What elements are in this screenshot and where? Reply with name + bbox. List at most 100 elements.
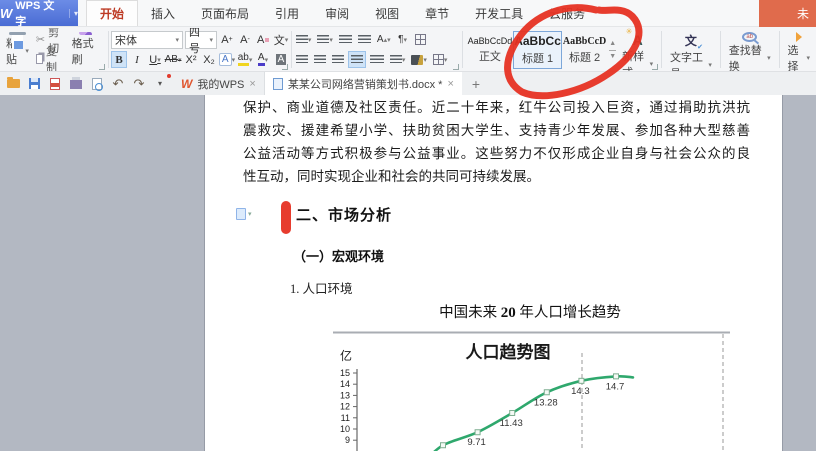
clipboard-icon [9,32,26,35]
menu-tab-review[interactable]: 审阅 [312,0,362,26]
shading-button[interactable]: ▾ [409,51,429,68]
find-replace-button[interactable]: ab 查找替换▾ [725,30,775,69]
document-tab-bar: ↶ ↷ ▾ W 我的WPS × 某某公司网络营销策划书.docx * × + [0,72,816,95]
paragraph-line: 公益活动等方式积极参与公益事业。这些努力不仅形成企业自身与社会公众的良 [243,142,750,165]
text-tools-icon: 文 [685,32,697,49]
superscript-button[interactable]: X² [183,51,199,68]
font-color-button[interactable]: A▾ [255,51,271,68]
clear-format-button[interactable]: A [255,31,271,48]
copy-button[interactable]: 复制 [33,51,68,68]
subscript-button[interactable]: X₂ [201,51,217,68]
menu-tab-references[interactable]: 引用 [262,0,312,26]
print-icon [70,80,82,89]
underline-button[interactable]: U▾ [147,51,163,68]
magnifier-icon: ab [742,32,757,42]
strikethrough-button[interactable]: AB▾ [165,51,181,68]
document-heading-1[interactable]: 二、市场分析 [296,204,392,225]
copy-icon [36,54,43,64]
align-left-button[interactable] [294,51,310,68]
menu-tab-developer[interactable]: 开发工具 [462,0,536,26]
export-pdf-button[interactable] [48,77,62,91]
distribute-button[interactable] [368,51,386,68]
bullet-list-button[interactable]: ▾ [294,31,314,48]
menu-tab-view[interactable]: 视图 [362,0,412,26]
open-file-button[interactable] [6,77,20,91]
font-size-select[interactable]: 四号▾ [185,31,217,49]
customize-toolbar-caret[interactable]: ▾ [153,77,167,91]
close-icon[interactable]: × [249,78,255,90]
insert-table-button[interactable] [413,31,429,48]
chevron-down-icon: ▾ [265,56,269,64]
number-list-button[interactable]: ▾ [315,31,335,48]
close-icon[interactable]: × [447,78,453,90]
chevron-down-icon: ▾ [404,36,408,44]
clipboard-dialog-launcher[interactable] [99,64,105,70]
shrink-font-button[interactable]: A- [237,31,253,48]
tab-document[interactable]: 某某公司网络营销策划书.docx * × [265,72,462,95]
borders-button[interactable]: ▾ [431,51,450,68]
paste-button[interactable]: 粘贴▾ [2,30,33,69]
wps-app-menu-button[interactable]: W WPS 文字 ▾ [0,0,78,26]
font-dialog-launcher[interactable] [282,64,288,70]
document-page[interactable]: 保护、商业道德及社区责任。近二十年来，红牛公司投入巨资，通过捐助抗洪抗 震救灾、… [205,95,782,451]
align-right-button[interactable] [330,51,346,68]
character-scale-button[interactable]: A▴▾ [375,31,393,48]
text-tools-button[interactable]: 文 文字工具▾ [666,30,716,69]
login-button[interactable]: 未 [759,0,816,27]
increase-indent-button[interactable] [356,31,373,48]
ribbon: 粘贴▾ ✂剪切 复制 格式刷 宋体▾ 四号▾ A+ A- A 文▾ [0,28,816,72]
style-heading-2[interactable]: AaBbCcD 标题 2 [562,31,607,69]
population-chart-svg: 人口趋势图亿15141312111099.7111.4313.2814.314.… [300,331,730,451]
menu-tab-home[interactable]: 开始 [86,0,138,26]
align-center-button[interactable] [312,51,328,68]
text-direction-button[interactable]: ¶▾ [395,31,411,48]
paragraph-dialog-launcher[interactable] [453,64,459,70]
align-right-icon [332,55,344,65]
font-name-select[interactable]: 宋体▾ [111,31,183,49]
document-workspace: 保护、商业道德及社区责任。近二十年来，红牛公司投入巨资，通过捐助抗洪抗 震救灾、… [0,95,816,451]
body-paragraph[interactable]: 保护、商业道德及社区责任。近二十年来，红牛公司投入巨资，通过捐助抗洪抗 震救灾、… [243,96,750,188]
styles-scroll-up[interactable]: ▲ [609,40,616,47]
style-heading-1[interactable]: AaBbCc 标题 1 [513,31,562,69]
chevron-down-icon: ▾ [708,61,712,69]
new-tab-button[interactable]: + [462,72,490,95]
decrease-indent-button[interactable] [337,31,354,48]
styles-dialog-launcher[interactable] [652,64,658,70]
line-spacing-button[interactable]: ▾ [388,51,408,68]
bold-button[interactable]: B [111,51,127,68]
tab-my-wps[interactable]: W 我的WPS × [173,72,265,95]
style-normal[interactable]: AaBbCcDd 正文 [467,31,514,69]
select-button[interactable]: 选择▾ [784,30,814,69]
chevron-down-icon: ▾ [329,36,333,44]
menu-tab-insert[interactable]: 插入 [138,0,188,26]
document-heading-2[interactable]: （一）宏观环境 [293,246,384,265]
menu-tab-cloud[interactable]: 云服务 [536,0,598,26]
save-button[interactable] [27,77,41,91]
chart-caption: 中国未来 20 年人口增长趋势 [385,301,675,322]
chevron-down-icon: ▾ [423,56,427,64]
pinyin-guide-button[interactable]: 文▾ [273,31,289,48]
highlight-color-button[interactable]: ab▾ [237,51,253,68]
print-button[interactable] [69,77,83,91]
chevron-down-icon: ▾ [767,54,771,62]
menu-tab-section[interactable]: 章节 [412,0,462,26]
grow-font-button[interactable]: A+ [219,31,235,48]
undo-button[interactable]: ↶ [111,77,125,91]
styles-scroll-down[interactable]: ▼ [609,50,616,60]
justify-button[interactable] [348,51,366,68]
print-preview-button[interactable] [90,77,104,91]
paragraph-line: 保护、商业道德及社区责任。近二十年来，红牛公司投入巨资，通过捐助抗洪抗 [243,96,750,119]
redo-button[interactable]: ↷ [132,77,146,91]
menu-tab-page-layout[interactable]: 页面布局 [188,0,262,26]
population-chart[interactable]: 人口趋势图亿15141312111099.7111.4313.2814.314.… [300,331,730,451]
distribute-icon [370,55,384,65]
paragraph-group: ▾ ▾ A▴▾ ¶▾ ▾ ▾ ▾ [294,28,460,71]
document-list-item[interactable]: 1. 人口环境 [290,278,353,297]
heading-collapse-control[interactable]: ▾ [236,208,252,220]
chevron-down-icon: ▾ [248,210,252,218]
border-grid-icon [433,54,444,65]
italic-button[interactable]: I [129,51,145,68]
shading-bucket-icon [411,55,423,65]
export-pdf-icon [50,78,60,90]
text-effects-button[interactable]: A▾ [219,51,235,68]
